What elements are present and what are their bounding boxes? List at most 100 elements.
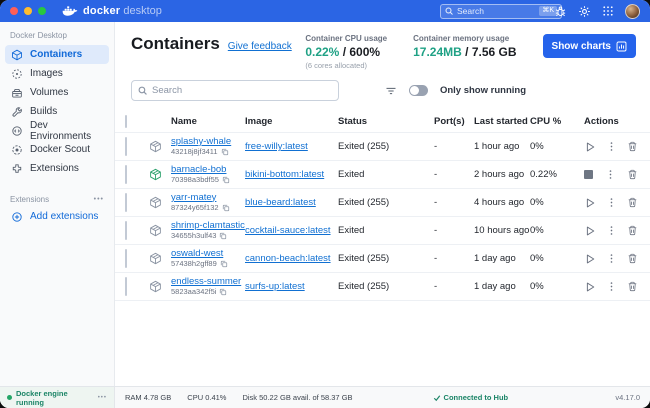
delete-container-icon[interactable] [627, 281, 638, 292]
memory-usage-stat: Container memory usage 17.24MB / 7.56 GB [413, 34, 517, 59]
container-package-icon [149, 280, 171, 293]
container-status: Exited (255) [338, 141, 390, 152]
col-header-status[interactable]: Status [338, 116, 434, 127]
docker-scout-icon [12, 144, 22, 155]
delete-container-icon[interactable] [627, 197, 638, 208]
maximize-window-button[interactable] [38, 7, 46, 15]
container-id: 70398a3bdf55 [171, 174, 219, 184]
container-name-link[interactable]: barnacle-bob [171, 164, 245, 176]
image-link[interactable]: bikini-bottom:latest [245, 169, 324, 180]
table-row[interactable]: barnacle-bob 70398a3bdf55 bikini-bottom:… [115, 161, 650, 189]
select-all-checkbox[interactable] [125, 115, 127, 128]
row-menu-icon[interactable] [606, 253, 617, 264]
cpu-usage-stat: Container CPU usage 0.22% / 600% (6 core… [305, 34, 388, 70]
container-name-link[interactable]: shrimp-clamtastic [171, 220, 245, 232]
sidebar-item-containers[interactable]: Containers [5, 45, 109, 64]
extensions-section-menu-icon[interactable]: ••• [94, 196, 104, 203]
copy-id-icon[interactable] [219, 232, 227, 240]
row-menu-icon[interactable] [606, 141, 617, 152]
table-row[interactable]: yarr-matey 87324y65f132 blue-beard:lates… [115, 189, 650, 217]
image-link[interactable]: blue-beard:latest [245, 197, 316, 208]
container-name-link[interactable]: oswald-west [171, 248, 245, 260]
row-checkbox[interactable] [125, 192, 127, 212]
copy-id-icon[interactable] [220, 260, 228, 268]
image-link[interactable]: free-willy:latest [245, 141, 308, 152]
container-search-input[interactable] [152, 85, 332, 96]
start-container-icon[interactable] [584, 197, 596, 209]
container-status: Exited [338, 169, 365, 180]
ram-usage: RAM 4.78 GB [125, 393, 172, 402]
sidebar-item-extensions[interactable]: Extensions [5, 159, 109, 178]
start-container-icon[interactable] [584, 141, 596, 153]
close-window-button[interactable] [10, 7, 18, 15]
only-show-running-toggle[interactable] [408, 85, 428, 96]
delete-container-icon[interactable] [627, 141, 638, 152]
copy-id-icon[interactable] [221, 148, 229, 156]
container-name-link[interactable]: yarr-matey [171, 192, 245, 204]
app-version: v4.17.0 [615, 393, 640, 402]
sidebar-item-dev-environments[interactable]: Dev Environments [5, 120, 109, 142]
container-id: 34655h3ulf43 [171, 230, 217, 240]
table-row[interactable]: endless-summer 5823aa342f5i surfs-up:lat… [115, 273, 650, 301]
col-header-last-started[interactable]: Last started [474, 116, 530, 127]
row-menu-icon[interactable] [606, 197, 617, 208]
row-checkbox[interactable] [125, 276, 127, 296]
container-package-icon [149, 224, 171, 237]
row-menu-icon[interactable] [606, 225, 617, 236]
add-extensions-button[interactable]: Add extensions [5, 207, 109, 226]
delete-container-icon[interactable] [627, 169, 638, 180]
container-name-link[interactable]: splashy-whale [171, 136, 245, 148]
delete-container-icon[interactable] [627, 253, 638, 264]
image-link[interactable]: cannon-beach:latest [245, 253, 331, 264]
apps-grid-icon[interactable] [602, 5, 614, 17]
container-name-link[interactable]: endless-summer [171, 276, 245, 288]
sidebar-item-builds[interactable]: Builds [5, 102, 109, 121]
table-row[interactable]: oswald-west 57438h2gff89 cannon-beach:la… [115, 245, 650, 273]
app-name-suffix: desktop [123, 5, 162, 17]
container-search-box [131, 80, 339, 101]
start-container-icon[interactable] [584, 225, 596, 237]
connected-to-hub[interactable]: Connected to Hub [433, 393, 508, 402]
row-checkbox[interactable] [125, 164, 127, 184]
start-container-icon[interactable] [584, 281, 596, 293]
container-last-started: 1 day ago [474, 253, 516, 264]
copy-id-icon[interactable] [222, 204, 230, 212]
stop-container-icon[interactable] [584, 170, 593, 179]
col-header-name[interactable]: Name [171, 116, 245, 127]
troubleshoot-bug-icon[interactable] [554, 5, 567, 18]
row-checkbox[interactable] [125, 220, 127, 240]
show-charts-button[interactable]: Show charts [542, 34, 636, 58]
delete-container-icon[interactable] [627, 225, 638, 236]
sidebar-item-images[interactable]: Images [5, 64, 109, 83]
sidebar-item-volumes[interactable]: Volumes [5, 83, 109, 102]
filter-icon[interactable] [385, 85, 397, 97]
engine-status[interactable]: Docker engine running ••• [0, 387, 115, 408]
row-menu-icon[interactable] [606, 281, 617, 292]
row-checkbox[interactable] [125, 248, 127, 268]
containers-icon [12, 49, 22, 60]
copy-id-icon[interactable] [222, 176, 230, 184]
image-link[interactable]: cocktail-sauce:latest [245, 225, 331, 236]
row-checkbox[interactable] [125, 136, 127, 156]
settings-gear-icon[interactable] [578, 5, 591, 18]
give-feedback-link[interactable]: Give feedback [228, 41, 292, 52]
container-package-icon [149, 252, 171, 265]
global-search-input[interactable]: Search ⌘K [440, 3, 562, 19]
row-menu-icon[interactable] [605, 169, 616, 180]
user-avatar[interactable] [625, 3, 640, 19]
col-header-image[interactable]: Image [245, 116, 338, 127]
copy-id-icon[interactable] [219, 288, 227, 296]
container-cpu: 0% [530, 281, 544, 292]
container-package-icon [149, 140, 171, 153]
col-header-ports[interactable]: Port(s) [434, 116, 474, 127]
cpu-usage-value: 0.22% [305, 45, 340, 59]
table-row[interactable]: shrimp-clamtastic 34655h3ulf43 cocktail-… [115, 217, 650, 245]
col-header-cpu[interactable]: CPU % [530, 116, 580, 127]
start-container-icon[interactable] [584, 253, 596, 265]
container-cpu: 0% [530, 253, 544, 264]
sidebar-item-docker-scout[interactable]: Docker Scout [5, 140, 109, 159]
image-link[interactable]: surfs-up:latest [245, 281, 305, 292]
engine-menu-icon[interactable]: ••• [98, 395, 107, 401]
minimize-window-button[interactable] [24, 7, 32, 15]
table-row[interactable]: splashy-whale 43218j8jf3411 free-willy:l… [115, 133, 650, 161]
